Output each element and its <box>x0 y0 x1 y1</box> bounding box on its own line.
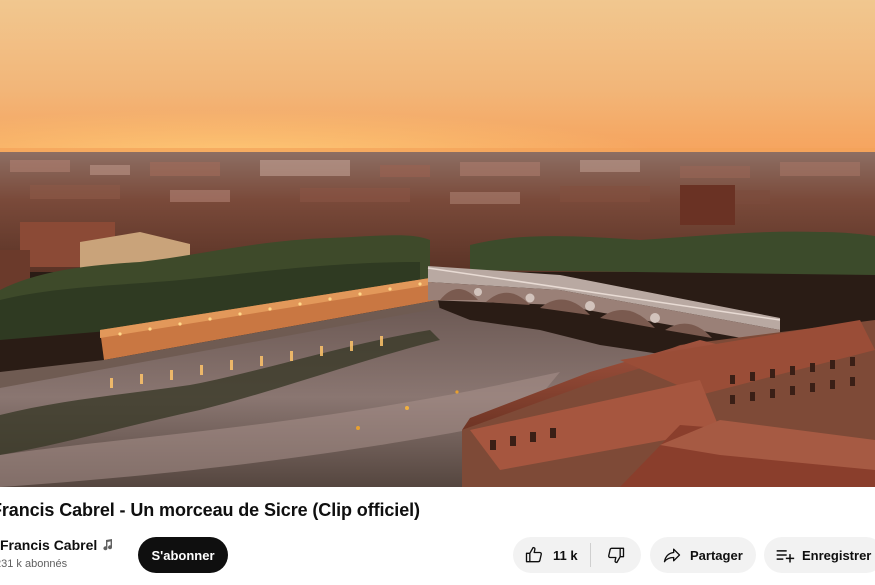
share-label: Partager <box>690 547 743 563</box>
video-title-text: Francis Cabrel - Un morceau de Sicre (Cl… <box>0 500 420 520</box>
dislike-button[interactable] <box>591 537 641 573</box>
channel-name[interactable]: Francis Cabrel <box>0 537 97 553</box>
thumbs-up-icon <box>525 546 542 563</box>
subscriber-count: 231 k abonnés <box>0 558 67 570</box>
share-arrow-icon <box>663 548 681 563</box>
thumbs-down-icon <box>607 547 624 564</box>
video-frame <box>0 0 875 487</box>
like-dislike-group: 11 k <box>513 537 641 573</box>
share-button[interactable]: Partager <box>650 537 756 573</box>
save-label: Enregistrer <box>802 547 872 563</box>
playlist-add-icon <box>776 550 795 563</box>
like-count: 11 k <box>553 547 578 563</box>
video-player[interactable] <box>0 0 875 487</box>
music-note-icon <box>103 539 113 551</box>
subscriber-count-text: 231 k abonnés <box>0 558 68 570</box>
video-title: Francis Cabrel - Un morceau de Sicre (Cl… <box>0 500 875 528</box>
subscribe-button[interactable]: S'abonner <box>138 537 228 573</box>
like-button[interactable]: 11 k <box>513 543 591 567</box>
save-button[interactable]: Enregistrer <box>764 537 875 573</box>
